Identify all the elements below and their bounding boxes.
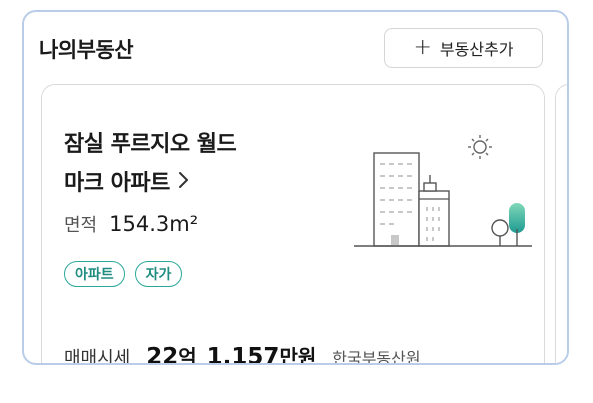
price-man-unit: 만원 [279,345,317,365]
price-source: 한국부동산원 [332,349,421,365]
tag-list: 아파트 자가 [64,261,183,287]
price-man-number: 1,157 [206,344,280,365]
price-label: 매매시세 [64,348,131,365]
area-label: 면적 [64,215,98,236]
price-eok-unit: 억 [178,345,197,365]
area-row: 면적 154.3m² [64,211,198,237]
plus-icon: + [413,35,432,60]
section-title: 나의부동산 [39,38,134,62]
price-eok-number: 22 [146,344,179,365]
add-property-label: 부동산추가 [439,40,514,59]
next-property-card-peek[interactable] [555,84,567,363]
property-name-line2: 마크 아파트 [64,171,170,196]
property-name[interactable]: 잠실 푸르지오 월드 마크 아파트 [64,125,314,204]
chevron-right-icon [178,163,190,202]
sun-icon [468,135,492,159]
price-row: 매매시세 22 억 1,157 만원 한국부동산원 [64,341,421,365]
my-property-widget: 나의부동산 + 부동산추가 잠실 푸르지오 월드 마크 아파트 면적 154.3… [22,10,569,365]
add-property-button[interactable]: + 부동산추가 [384,28,543,68]
area-value: 154.3m² [109,212,199,236]
tag-owned: 자가 [134,261,183,287]
property-card[interactable]: 잠실 푸르지오 월드 마크 아파트 면적 154.3m² 아파트 자가 매매시세… [41,84,545,365]
tag-apartment: 아파트 [64,261,125,287]
city-building-illustration [332,125,532,254]
property-name-line1: 잠실 푸르지오 월드 [64,132,237,157]
